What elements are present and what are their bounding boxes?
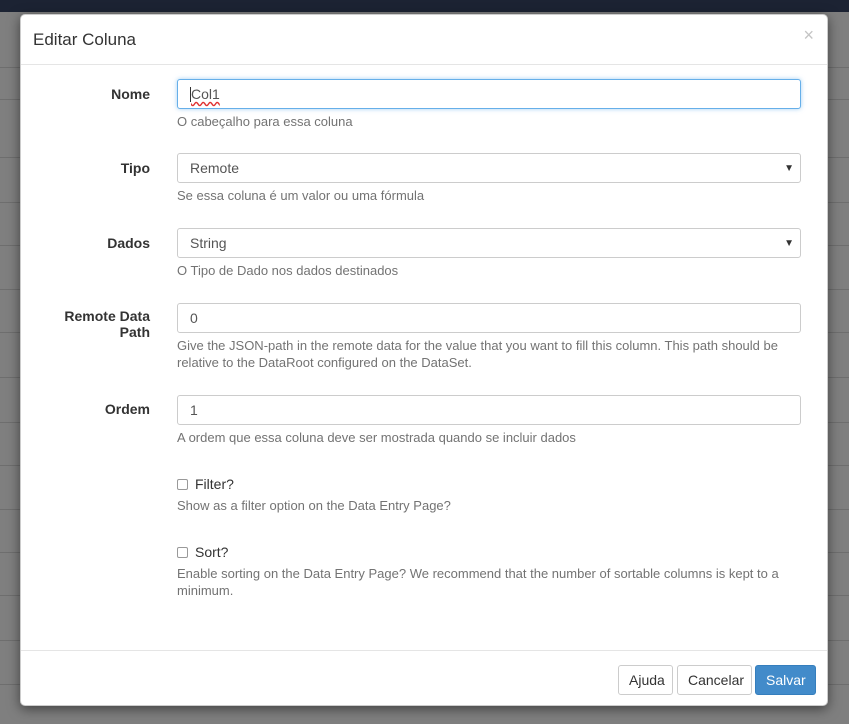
save-button[interactable]: Salvar bbox=[755, 665, 816, 695]
dados-help: O Tipo de Dado nos dados destinados bbox=[177, 263, 399, 278]
ordem-input[interactable]: 1 bbox=[177, 395, 801, 425]
dados-select[interactable]: String ▼ bbox=[177, 228, 801, 258]
sort-checkbox[interactable] bbox=[177, 547, 188, 558]
dados-select-value: String bbox=[190, 235, 227, 251]
remote-path-input[interactable]: 0 bbox=[177, 303, 801, 333]
sort-help: Enable sorting on the Data Entry Page? W… bbox=[177, 566, 779, 598]
dialog-header: Editar Coluna × bbox=[21, 15, 827, 65]
nome-input-value: Col1 bbox=[191, 86, 220, 102]
nome-help: O cabeçalho para essa coluna bbox=[177, 114, 353, 129]
tipo-select[interactable]: Remote ▼ bbox=[177, 153, 801, 183]
close-icon[interactable]: × bbox=[803, 26, 814, 44]
filter-checkbox[interactable] bbox=[177, 479, 188, 490]
sort-label[interactable]: Sort? bbox=[195, 544, 228, 560]
dados-label: Dados bbox=[107, 235, 150, 251]
remote-path-label-line2: Path bbox=[119, 324, 150, 340]
ordem-help: A ordem que essa coluna deve ser mostrad… bbox=[177, 430, 576, 445]
tipo-label: Tipo bbox=[120, 160, 150, 176]
tipo-select-value: Remote bbox=[190, 160, 240, 176]
dialog-footer: Ajuda Cancelar Salvar bbox=[21, 650, 827, 706]
remote-path-label-line1: Remote Data bbox=[64, 308, 150, 324]
filter-checkbox-row[interactable]: Filter? bbox=[177, 476, 234, 492]
remote-path-help: Give the JSON-path in the remote data fo… bbox=[177, 338, 778, 370]
nome-input[interactable]: Col1 bbox=[177, 79, 801, 109]
dialog-title: Editar Coluna bbox=[33, 30, 137, 49]
sort-checkbox-row[interactable]: Sort? bbox=[177, 544, 228, 560]
nome-label: Nome bbox=[111, 86, 150, 102]
ordem-label: Ordem bbox=[104, 401, 150, 417]
caret-down-icon: ▼ bbox=[784, 238, 794, 249]
edit-column-dialog: Editar Coluna × Nome Col1 O cabeçalho pa… bbox=[20, 14, 828, 706]
tipo-help: Se essa coluna é um valor ou uma fórmula bbox=[177, 188, 425, 203]
filter-label[interactable]: Filter? bbox=[195, 476, 234, 492]
caret-down-icon: ▼ bbox=[784, 163, 794, 174]
filter-help: Show as a filter option on the Data Entr… bbox=[177, 498, 451, 513]
background-navbar bbox=[0, 0, 849, 12]
help-button[interactable]: Ajuda bbox=[618, 665, 673, 695]
cancel-button[interactable]: Cancelar bbox=[677, 665, 752, 695]
remote-path-label: Remote Data Path bbox=[21, 308, 150, 340]
